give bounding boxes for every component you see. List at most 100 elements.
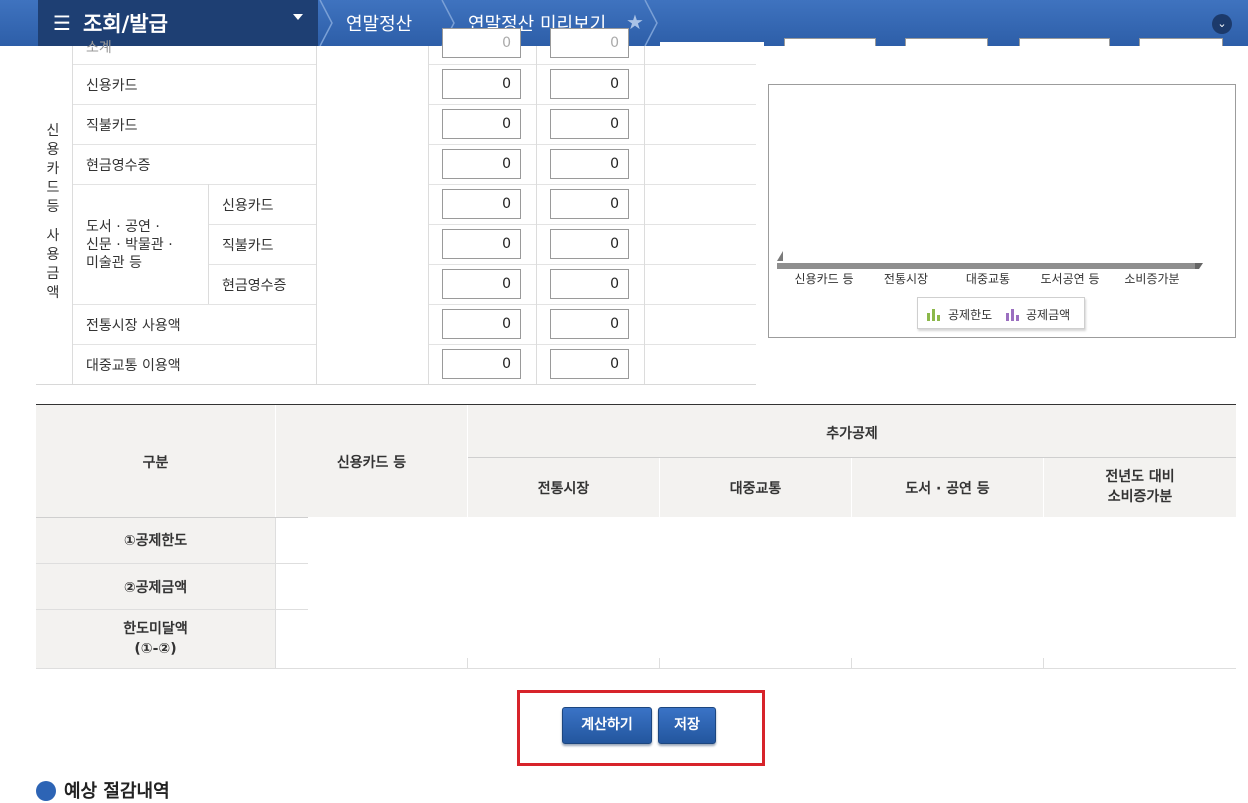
culture-row-label-debit-card: 직불카드 (222, 238, 274, 254)
amount-input[interactable]: 0 (442, 349, 521, 379)
subtotal-label: 소계 (86, 40, 112, 56)
amount-input[interactable]: 0 (442, 69, 521, 99)
amount-input[interactable]: 0 (550, 269, 629, 299)
row-divider (36, 563, 308, 564)
group-label-vertical: 신 용 카 드 등 사 용 금 액 (42, 122, 64, 303)
breadcrumb-separator-icon (643, 0, 661, 46)
x-tick-label: 대중교통 (966, 272, 1010, 286)
row-label-public-transit: 대중교통 이용액 (86, 358, 181, 374)
row-label-cash-receipt: 현금영수증 (86, 158, 151, 174)
row-label-amount: ②공제금액 (123, 580, 188, 596)
group-label-char: 드 (46, 180, 60, 196)
group-label-char: 금 (46, 266, 60, 282)
calculate-button[interactable]: 계산하기 (562, 707, 652, 744)
culture-group-label: 도서 · 공연 · 신문 · 박물관 · 미술관 등 (86, 218, 173, 272)
x-tick-label: 전통시장 (884, 272, 928, 286)
culture-label-line: 미술관 등 (86, 255, 142, 271)
menu-title[interactable]: 조회/발급 (83, 8, 168, 38)
menu-dropdown[interactable]: ☰ 조회/발급 (38, 0, 318, 46)
breadcrumb-separator-icon (318, 0, 336, 46)
amount-input[interactable]: 0 (550, 28, 629, 58)
table-bottom-border (36, 668, 1236, 669)
save-button[interactable]: 저장 (658, 707, 716, 744)
group-label-char: 사 (46, 228, 60, 244)
culture-row-label-cash-receipt: 현금영수증 (222, 278, 287, 294)
amount-input[interactable]: 0 (550, 349, 629, 379)
col-divider (208, 184, 209, 304)
amount-input[interactable]: 0 (442, 189, 521, 219)
col-divider (428, 46, 429, 384)
group-label-char: 용 (46, 142, 60, 158)
amount-input[interactable]: 0 (442, 229, 521, 259)
section-title: 예상 절감내역 (64, 781, 170, 802)
row-divider (72, 104, 316, 105)
amount-input[interactable]: 0 (442, 309, 521, 339)
subcol-public-transit: 대중교통 (729, 481, 782, 497)
amount-input[interactable]: 0 (550, 69, 629, 99)
amount-input[interactable]: 0 (442, 28, 521, 58)
col-divider (275, 518, 276, 668)
x-tick-label: 신용카드 등 (794, 272, 853, 286)
x-tick-label: 소비증가분 (1124, 272, 1179, 286)
x-axis-labels: 신용카드 등 전통시장 대중교통 도서공연 등 소비증가분 (794, 272, 1179, 286)
col-divider (1043, 658, 1044, 668)
col-header-additional: 추가공제 (826, 426, 878, 442)
chart-legend: 공제한도 공제금액 (917, 297, 1085, 329)
col-divider (467, 658, 468, 668)
amount-input[interactable]: 0 (550, 229, 629, 259)
row-divider (72, 304, 316, 305)
row-label-limit: ①공제한도 (123, 533, 188, 549)
collapse-icon[interactable]: ⌄ (1212, 14, 1232, 34)
amount-input[interactable]: 0 (442, 269, 521, 299)
row-divider (428, 184, 756, 185)
row-label-credit-card: 신용카드 (86, 78, 138, 94)
summary-mask (760, 46, 1248, 60)
row-divider (428, 224, 756, 225)
chevron-down-icon[interactable] (293, 14, 303, 20)
hamburger-icon[interactable]: ☰ (53, 11, 71, 35)
amount-input[interactable]: 0 (550, 309, 629, 339)
axis-left-cap (777, 251, 783, 261)
row-divider (428, 264, 756, 265)
amount-input[interactable]: 0 (550, 109, 629, 139)
row-divider (468, 457, 1236, 458)
legend-bar-icon-limit (927, 309, 940, 321)
subcol-culture: 도서 · 공연 등 (905, 481, 990, 497)
col-divider (72, 46, 73, 384)
legend-label-amount: 공제금액 (1026, 308, 1071, 322)
row-divider (36, 384, 756, 385)
breadcrumb-yearend[interactable]: 연말정산 (346, 10, 412, 36)
row-divider (208, 264, 316, 265)
row-divider (428, 64, 756, 65)
group-label-char: 액 (46, 285, 60, 301)
row-divider (428, 344, 756, 345)
row-label-shortfall: 한도미달액 (①-②) (123, 621, 188, 657)
col-header-category: 구분 (142, 455, 169, 471)
row-label-debit-card: 직불카드 (86, 118, 138, 134)
legend-bar-icon-amount (1006, 309, 1019, 321)
row-label-traditional-market: 전통시장 사용액 (86, 318, 181, 334)
col-divider (851, 658, 852, 668)
x-axis-baseline (777, 263, 1199, 269)
row-divider (72, 144, 316, 145)
amount-input[interactable]: 0 (550, 189, 629, 219)
legend-label-limit: 공제한도 (948, 308, 993, 322)
panel-gap (660, 42, 764, 50)
culture-row-label-credit-card: 신용카드 (222, 198, 274, 214)
row-divider (72, 64, 316, 65)
subcol-increase: 전년도 대비 소비증가분 (1105, 469, 1175, 505)
col-divider (316, 46, 317, 384)
row-divider (72, 184, 316, 185)
amount-input[interactable]: 0 (442, 149, 521, 179)
col-divider (644, 46, 645, 384)
group-label-char (42, 217, 64, 227)
x-tick-label: 도서공연 등 (1040, 272, 1099, 286)
culture-label-line: 도서 · 공연 · (86, 219, 160, 235)
subcol-traditional-market: 전통시장 (537, 481, 590, 497)
col-divider (659, 658, 660, 668)
culture-label-line: 신문 · 박물관 · (86, 237, 173, 253)
amount-input[interactable]: 0 (550, 149, 629, 179)
row-divider (428, 104, 756, 105)
amount-input[interactable]: 0 (442, 109, 521, 139)
row-divider (72, 344, 316, 345)
